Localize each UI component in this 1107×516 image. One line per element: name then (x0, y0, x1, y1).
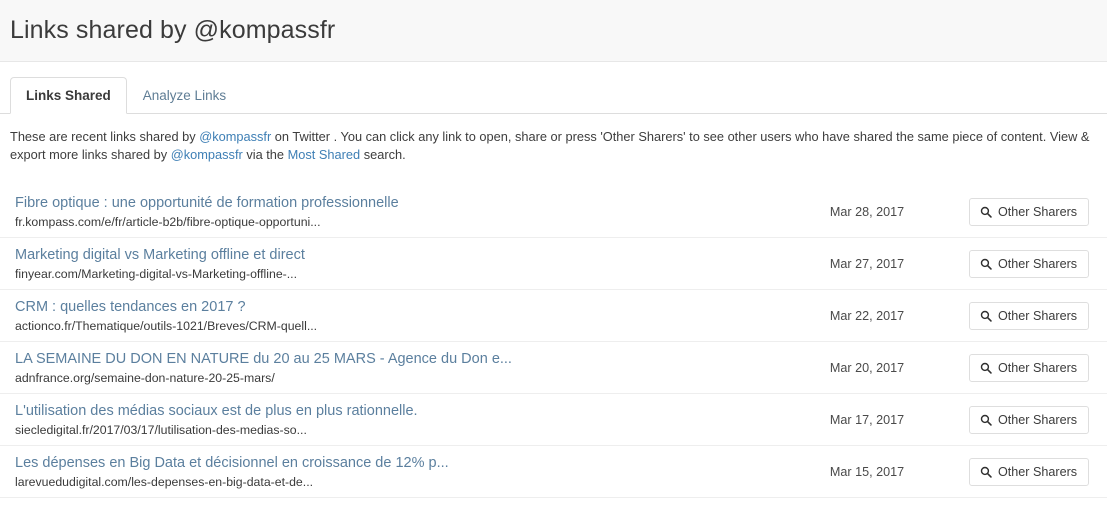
link-date: Mar 17, 2017 (829, 412, 905, 427)
search-icon (980, 310, 992, 322)
description-part-4: search. (360, 146, 406, 162)
other-sharers-label: Other Sharers (998, 464, 1078, 479)
handle-link-2[interactable]: @kompassfr (171, 147, 243, 162)
link-title[interactable]: CRM : quelles tendances en 2017 ? (15, 298, 772, 316)
table-row: Marketing digital vs Marketing offline e… (0, 238, 1107, 290)
tab-bar: Links Shared Analyze Links (0, 62, 1107, 114)
table-row: LA SEMAINE DU DON EN NATURE du 20 au 25 … (0, 342, 1107, 394)
link-cell: Fibre optique : une opportunité de forma… (0, 194, 772, 230)
link-cell: L'utilisation des médias sociaux est de … (0, 402, 772, 438)
page-title: Links shared by @kompassfr (10, 16, 336, 44)
other-sharers-label: Other Sharers (998, 308, 1078, 323)
link-cell: Les dépenses en Big Data et décisionnel … (0, 454, 772, 490)
link-title[interactable]: Les dépenses en Big Data et décisionnel … (15, 454, 772, 472)
other-sharers-label: Other Sharers (998, 412, 1078, 427)
tab-analyze-links[interactable]: Analyze Links (127, 77, 242, 114)
other-sharers-label: Other Sharers (998, 204, 1078, 219)
link-cell: Marketing digital vs Marketing offline e… (0, 246, 772, 282)
other-sharers-label: Other Sharers (998, 360, 1078, 375)
link-url: actionco.fr/Thematique/outils-1021/Breve… (15, 318, 318, 333)
other-sharers-label: Other Sharers (998, 256, 1078, 271)
search-icon (980, 258, 992, 270)
link-title[interactable]: L'utilisation des médias sociaux est de … (15, 402, 772, 420)
search-icon (980, 362, 992, 374)
action-cell: Other Sharers (962, 353, 1107, 382)
description-part-3: via the (242, 146, 288, 162)
links-list: Fibre optique : une opportunité de forma… (0, 186, 1107, 498)
other-sharers-button[interactable]: Other Sharers (969, 457, 1090, 486)
table-row: L'utilisation des médias sociaux est de … (0, 394, 1107, 446)
link-url: adnfrance.org/semaine-don-nature-20-25-m… (15, 370, 275, 385)
most-shared-link[interactable]: Most Shared (288, 147, 361, 162)
other-sharers-button[interactable]: Other Sharers (969, 353, 1090, 382)
link-url: larevuedudigital.com/les-depenses-en-big… (15, 474, 314, 489)
action-cell: Other Sharers (962, 197, 1107, 226)
search-icon (980, 206, 992, 218)
tab-links-shared-label: Links Shared (26, 88, 111, 103)
link-date: Mar 27, 2017 (829, 256, 905, 271)
link-cell: LA SEMAINE DU DON EN NATURE du 20 au 25 … (0, 350, 772, 386)
page-header: Links shared by @kompassfr (0, 0, 1107, 62)
tab-analyze-links-label: Analyze Links (142, 88, 227, 103)
link-title[interactable]: LA SEMAINE DU DON EN NATURE du 20 au 25 … (15, 350, 772, 368)
link-url: finyear.com/Marketing-digital-vs-Marketi… (15, 266, 298, 281)
link-url: siecledigital.fr/2017/03/17/lutilisation… (15, 422, 307, 437)
link-cell: CRM : quelles tendances en 2017 ? action… (0, 298, 772, 334)
handle-link-1[interactable]: @kompassfr (199, 129, 271, 144)
link-date: Mar 15, 2017 (829, 464, 905, 479)
other-sharers-button[interactable]: Other Sharers (969, 405, 1090, 434)
description-part-1: These are recent links shared by (10, 129, 200, 144)
link-title[interactable]: Marketing digital vs Marketing offline e… (15, 246, 772, 264)
action-cell: Other Sharers (962, 249, 1107, 278)
other-sharers-button[interactable]: Other Sharers (969, 197, 1090, 226)
action-cell: Other Sharers (962, 457, 1107, 486)
link-date: Mar 20, 2017 (829, 360, 905, 375)
link-title[interactable]: Fibre optique : une opportunité de forma… (15, 194, 772, 212)
other-sharers-button[interactable]: Other Sharers (969, 301, 1090, 330)
table-row: Fibre optique : une opportunité de forma… (0, 186, 1107, 238)
other-sharers-button[interactable]: Other Sharers (969, 249, 1090, 278)
search-icon (980, 414, 992, 426)
action-cell: Other Sharers (962, 405, 1107, 434)
action-cell: Other Sharers (962, 301, 1107, 330)
search-icon (980, 466, 992, 478)
link-date: Mar 28, 2017 (829, 204, 905, 219)
description-text: These are recent links shared by @kompas… (0, 114, 1107, 163)
link-date: Mar 22, 2017 (829, 308, 905, 323)
link-url: fr.kompass.com/e/fr/article-b2b/fibre-op… (15, 214, 321, 229)
table-row: Les dépenses en Big Data et décisionnel … (0, 446, 1107, 498)
table-row: CRM : quelles tendances en 2017 ? action… (0, 290, 1107, 342)
tab-links-shared[interactable]: Links Shared (10, 77, 127, 114)
tab-list: Links Shared Analyze Links (0, 77, 1107, 114)
